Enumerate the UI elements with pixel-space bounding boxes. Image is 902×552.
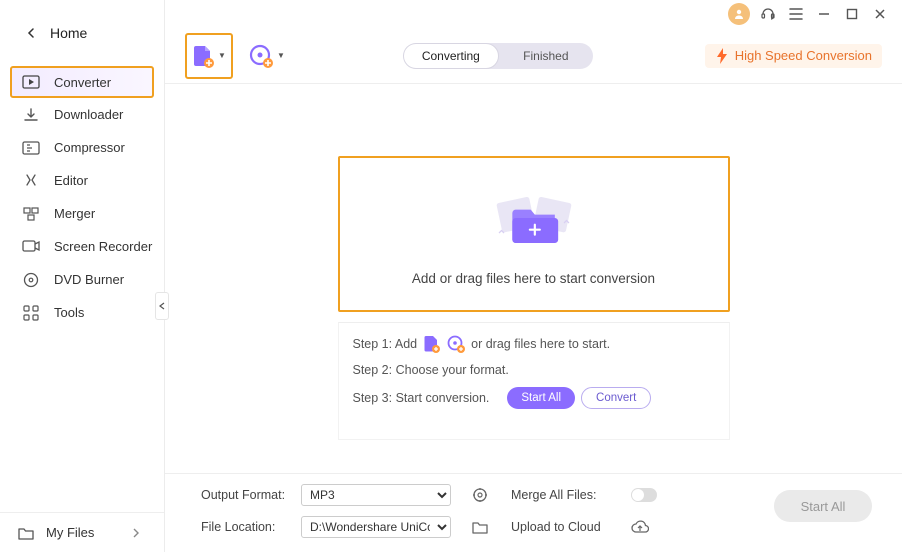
sidebar: Home Converter Downloader Compressor	[0, 0, 165, 552]
steps-panel: Step 1: Add or drag files here to start.…	[338, 322, 730, 440]
cloud-icon[interactable]	[631, 518, 649, 536]
convert-label: Convert	[596, 392, 636, 404]
file-location-label: File Location:	[201, 520, 291, 534]
add-file-icon	[423, 335, 441, 353]
step-1-text-a: Step 1: Add	[353, 337, 418, 351]
chevron-down-icon: ▼	[277, 51, 285, 60]
compressor-icon	[22, 139, 40, 157]
sidebar-item-merger[interactable]: Merger	[0, 197, 164, 230]
sidebar-item-tools[interactable]: Tools	[0, 296, 164, 329]
main-area: ▼ ▼ Converting Finished Hi	[165, 0, 902, 552]
sidebar-item-label: Screen Recorder	[54, 239, 152, 254]
high-speed-button[interactable]: High Speed Conversion	[705, 44, 882, 68]
tab-finished[interactable]: Finished	[499, 43, 593, 69]
start-all-label: Start All	[521, 392, 561, 404]
lightning-icon	[715, 48, 729, 64]
sidebar-item-editor[interactable]: Editor	[0, 164, 164, 197]
tools-icon	[22, 304, 40, 322]
add-dvd-icon	[249, 44, 273, 68]
sidebar-item-downloader[interactable]: Downloader	[0, 98, 164, 131]
format-settings-icon[interactable]	[471, 486, 489, 504]
editor-icon	[22, 172, 40, 190]
toolbar: ▼ ▼ Converting Finished Hi	[165, 28, 902, 84]
nav-list: Converter Downloader Compressor Editor	[0, 60, 164, 512]
step-1: Step 1: Add or drag files here to start.	[353, 335, 715, 353]
chevron-down-icon: ▼	[218, 51, 226, 60]
minimize-icon[interactable]	[814, 4, 834, 24]
output-format-label: Output Format:	[201, 488, 291, 502]
add-file-button[interactable]: ▼	[185, 33, 233, 79]
my-files-button[interactable]: My Files	[0, 512, 164, 552]
user-avatar[interactable]	[728, 3, 750, 25]
sidebar-item-screen-recorder[interactable]: Screen Recorder	[0, 230, 164, 263]
folder-icon	[18, 526, 34, 540]
merge-label: Merge All Files:	[511, 488, 621, 502]
maximize-icon[interactable]	[842, 4, 862, 24]
close-icon[interactable]	[870, 4, 890, 24]
merge-toggle[interactable]	[631, 488, 657, 502]
sidebar-item-dvd-burner[interactable]: DVD Burner	[0, 263, 164, 296]
step-2: Step 2: Choose your format.	[353, 363, 715, 377]
step-3-text: Step 3: Start conversion.	[353, 391, 490, 405]
chevron-right-icon	[132, 528, 140, 538]
step-2-text: Step 2: Choose your format.	[353, 363, 509, 377]
back-icon	[26, 28, 36, 38]
add-dvd-icon	[447, 335, 465, 353]
sidebar-item-label: Downloader	[54, 107, 123, 122]
content-area: Add or drag files here to start conversi…	[165, 84, 902, 473]
home-button[interactable]: Home	[0, 0, 164, 60]
output-format-select[interactable]: MP3	[301, 484, 451, 506]
dropzone-graphic	[484, 183, 584, 253]
upload-cloud-label: Upload to Cloud	[511, 520, 621, 534]
sidebar-item-converter[interactable]: Converter	[10, 66, 154, 98]
step-1-text-b: or drag files here to start.	[471, 337, 610, 351]
sidebar-collapse-handle[interactable]	[155, 292, 169, 320]
sidebar-item-label: Tools	[54, 305, 84, 320]
my-files-label: My Files	[46, 525, 94, 540]
converter-icon	[22, 73, 40, 91]
start-all-pill[interactable]: Start All	[507, 387, 575, 409]
convert-pill[interactable]: Convert	[581, 387, 651, 409]
tab-label: Converting	[422, 49, 480, 63]
screen-recorder-icon	[22, 238, 40, 256]
status-tabs: Converting Finished	[403, 43, 593, 69]
sidebar-item-label: Merger	[54, 206, 95, 221]
tab-converting[interactable]: Converting	[403, 43, 499, 69]
sidebar-item-label: Converter	[54, 75, 111, 90]
downloader-icon	[22, 106, 40, 124]
titlebar	[165, 0, 902, 28]
menu-icon[interactable]	[786, 4, 806, 24]
add-dvd-button[interactable]: ▼	[243, 33, 291, 79]
add-file-icon	[192, 44, 214, 68]
sidebar-item-label: DVD Burner	[54, 272, 124, 287]
file-location-select[interactable]: D:\Wondershare UniConverter 1	[301, 516, 451, 538]
merger-icon	[22, 205, 40, 223]
step-3: Step 3: Start conversion. Start All Conv…	[353, 387, 715, 409]
tab-label: Finished	[523, 49, 568, 63]
sidebar-item-label: Editor	[54, 173, 88, 188]
dvd-burner-icon	[22, 271, 40, 289]
start-all-button-label: Start All	[801, 499, 846, 514]
sidebar-item-label: Compressor	[54, 140, 125, 155]
sidebar-item-compressor[interactable]: Compressor	[0, 131, 164, 164]
dropzone[interactable]: Add or drag files here to start conversi…	[338, 156, 730, 312]
start-all-button[interactable]: Start All	[774, 490, 872, 522]
open-folder-icon[interactable]	[471, 518, 489, 536]
high-speed-label: High Speed Conversion	[735, 48, 872, 63]
support-icon[interactable]	[758, 4, 778, 24]
home-label: Home	[50, 25, 87, 41]
footer: Output Format: MP3 Merge All Files: File…	[165, 473, 902, 552]
dropzone-text: Add or drag files here to start conversi…	[412, 271, 655, 286]
